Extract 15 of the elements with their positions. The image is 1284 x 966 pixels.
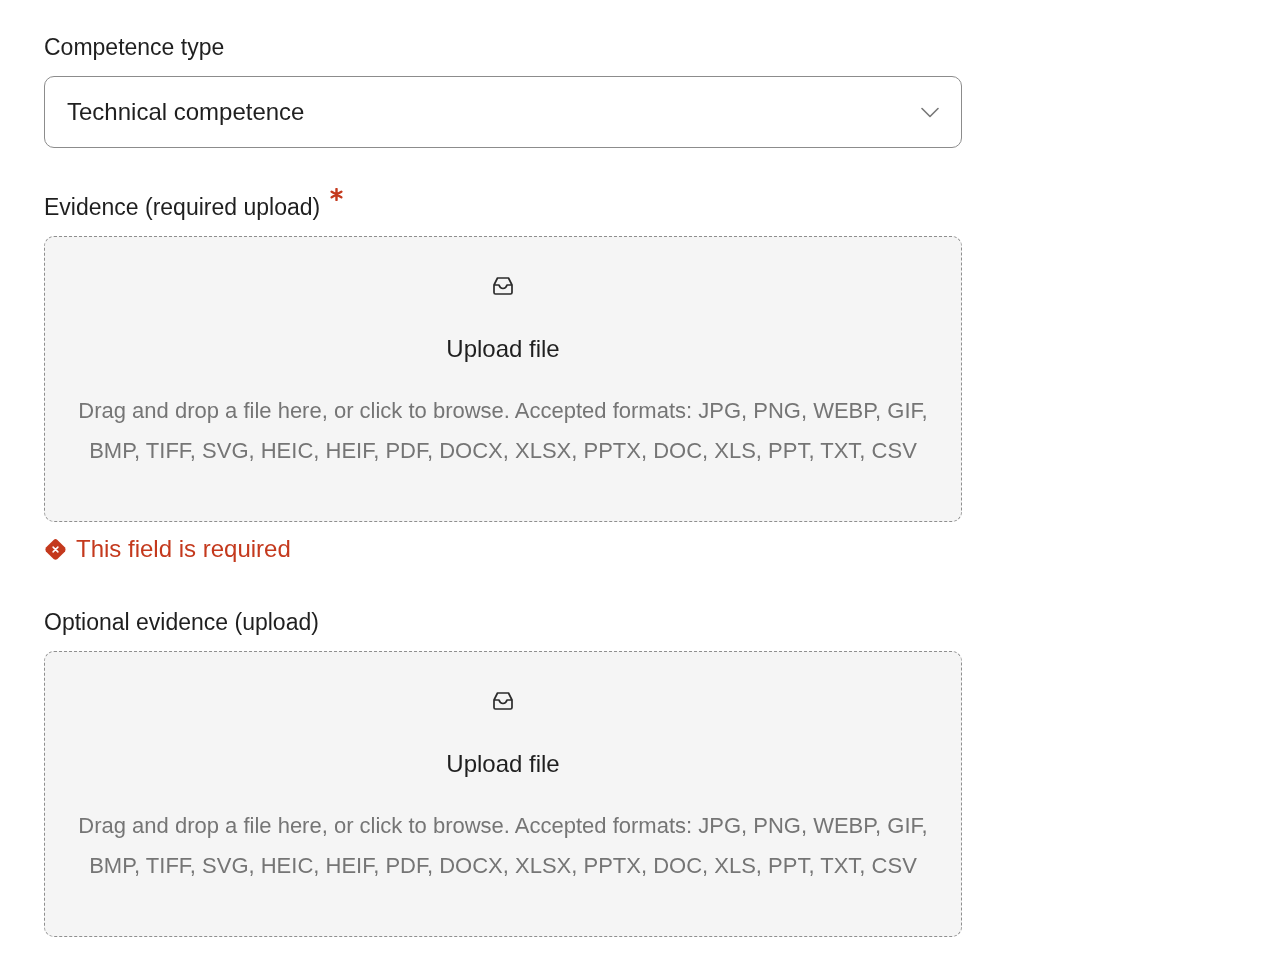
upload-title: Upload file [446, 335, 560, 363]
chevron-down-icon [921, 106, 939, 118]
field-label: Evidence (required upload) [44, 193, 321, 221]
file-drop-zone[interactable]: Upload file Drag and drop a file here, or click to browse. Accepted formats: JPG, PNG, WEBP, GIF, BMP, TIFF, SVG, HEIC, HEIF, PDF, DOCX, XLSX, PPTX, DOC, XLS, PPT, TXT, CSV [44, 236, 962, 522]
upload-hint: Drag and drop a file here, or click to browse. Accepted formats: JPG, PNG, WEBP, GIF, BMP, TIFF, SVG, HEIC, HEIF, PDF, DOCX, XLSX, PPTX, DOC, XLS, PPT, TXT, CSV [77, 812, 929, 880]
field-label: Competence type [44, 33, 225, 61]
file-drop-zone[interactable]: Upload file Drag and drop a file here, or click to browse. Accepted formats: JPG, PNG, WEBP, GIF, BMP, TIFF, SVG, HEIC, HEIF, PDF, DOCX, XLSX, PPTX, DOC, XLS, PPT, TXT, CSV [44, 651, 962, 937]
upload-title: Upload file [446, 750, 560, 778]
inbox-tray-icon [493, 277, 513, 295]
upload-hint: Drag and drop a file here, or click to browse. Accepted formats: JPG, PNG, WEBP, GIF, BMP, TIFF, SVG, HEIC, HEIF, PDF, DOCX, XLSX, PPTX, DOC, XLS, PPT, TXT, CSV [77, 397, 929, 465]
error-icon [44, 537, 67, 561]
competence-type-dropdown[interactable]: Technical competence [44, 76, 962, 148]
error-message: This field is required [76, 535, 291, 563]
field-label: Optional evidence (upload) [44, 608, 319, 636]
inbox-tray-icon [493, 692, 513, 710]
